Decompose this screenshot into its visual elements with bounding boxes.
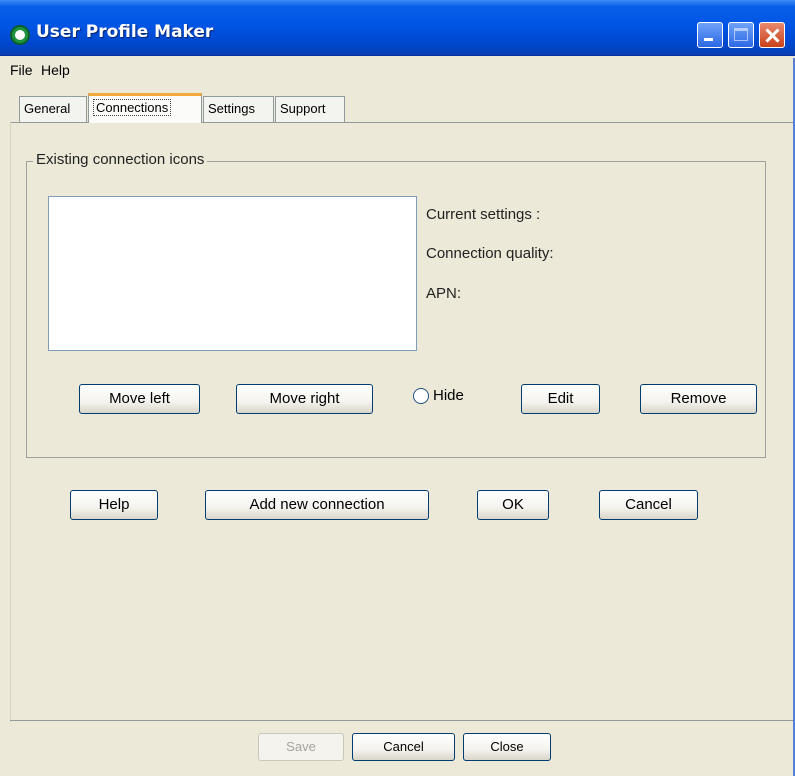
- minimize-icon[interactable]: [697, 22, 723, 48]
- tab-settings-label: Settings: [208, 101, 255, 116]
- group-title: Existing connection icons: [33, 151, 208, 168]
- tab-connections-label: Connections: [93, 99, 172, 116]
- move-right-button[interactable]: Move right: [236, 384, 373, 414]
- hide-radio[interactable]: [413, 388, 429, 404]
- current-settings-label: Current settings :: [426, 206, 541, 223]
- move-left-button[interactable]: Move left: [79, 384, 200, 414]
- title-bar[interactable]: User Profile Maker: [0, 0, 795, 56]
- hide-radio-label[interactable]: Hide: [433, 387, 464, 404]
- tab-support-label: Support: [280, 101, 326, 116]
- tab-general-label: General: [24, 101, 71, 116]
- menu-bar: File Help: [0, 58, 795, 84]
- close-icon[interactable]: [759, 22, 785, 48]
- menu-help[interactable]: Help: [41, 62, 70, 78]
- ok-button[interactable]: OK: [477, 490, 549, 520]
- remove-button[interactable]: Remove: [640, 384, 757, 414]
- menu-file[interactable]: File: [10, 62, 33, 78]
- connection-quality-label: Connection quality:: [426, 245, 554, 262]
- tab-general[interactable]: General: [19, 96, 87, 122]
- footer-cancel-button[interactable]: Cancel: [352, 733, 455, 761]
- footer-divider: [10, 720, 794, 721]
- apn-label: APN:: [426, 285, 462, 302]
- footer-close-button[interactable]: Close: [463, 733, 551, 761]
- maximize-icon[interactable]: [728, 22, 754, 48]
- window-title: User Profile Maker: [36, 22, 214, 42]
- add-new-connection-button[interactable]: Add new connection: [205, 490, 429, 520]
- connection-icon-list[interactable]: [48, 196, 417, 351]
- tab-support[interactable]: Support: [275, 96, 345, 122]
- help-button[interactable]: Help: [70, 490, 158, 520]
- tab-connections[interactable]: Connections: [88, 93, 202, 123]
- cancel-button[interactable]: Cancel: [599, 490, 698, 520]
- panel-border: [10, 122, 11, 722]
- tab-settings[interactable]: Settings: [203, 96, 274, 122]
- footer-save-button[interactable]: Save: [258, 733, 344, 761]
- app-icon: [10, 25, 30, 45]
- edit-button[interactable]: Edit: [521, 384, 600, 414]
